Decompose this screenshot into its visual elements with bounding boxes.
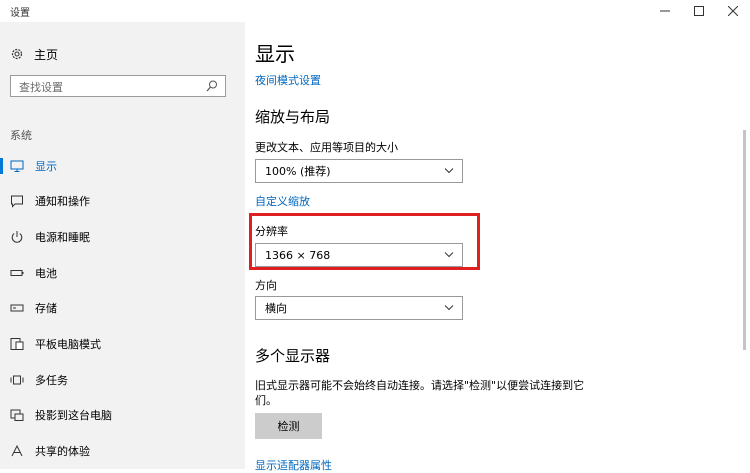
sidebar-item-notifications[interactable]: 通知和操作: [0, 188, 245, 214]
minimize-button[interactable]: [648, 0, 682, 22]
maximize-button[interactable]: [682, 0, 716, 22]
notification-icon: [11, 195, 23, 208]
sidebar-item-tablet-mode[interactable]: 平板电脑模式: [0, 331, 245, 357]
scrollbar[interactable]: [743, 130, 746, 350]
active-indicator: [0, 158, 3, 174]
orientation-dropdown[interactable]: 横向: [255, 296, 463, 320]
section-label-system: 系统: [10, 129, 32, 142]
battery-icon: [10, 270, 24, 276]
multi-display-title: 多个显示器: [255, 347, 331, 365]
sidebar-item-label: 电源和睡眠: [35, 231, 90, 244]
sidebar: 主页 系统 显示 通知和操作 电源和睡眠 电池: [0, 22, 245, 469]
sidebar-item-label: 电池: [35, 267, 57, 280]
sidebar-item-multitasking[interactable]: 多任务: [0, 367, 245, 393]
gear-icon: [11, 48, 23, 60]
multitasking-icon: [10, 375, 24, 385]
sidebar-home-label: 主页: [34, 47, 59, 62]
orientation-label: 方向: [255, 279, 277, 292]
minimize-icon: [660, 10, 670, 12]
close-icon: [728, 6, 738, 16]
search-icon: [206, 80, 217, 92]
scale-section-title: 缩放与布局: [255, 108, 331, 126]
sidebar-item-home[interactable]: 主页: [10, 44, 58, 64]
sidebar-item-label: 显示: [35, 160, 57, 173]
sidebar-item-battery[interactable]: 电池: [0, 260, 245, 286]
scale-dropdown[interactable]: 100% (推荐): [255, 159, 463, 183]
sidebar-item-label: 投影到这台电脑: [35, 409, 112, 422]
display-adapter-link[interactable]: 显示适配器属性: [255, 457, 332, 473]
shared-experience-icon: [11, 444, 23, 457]
storage-icon: [10, 304, 24, 312]
resolution-highlight-box: [249, 213, 480, 270]
close-button[interactable]: [716, 0, 750, 22]
sidebar-item-power[interactable]: 电源和睡眠: [0, 224, 245, 250]
sidebar-item-label: 平板电脑模式: [35, 338, 101, 351]
night-mode-link[interactable]: 夜间模式设置: [255, 72, 321, 88]
search-input[interactable]: [19, 77, 199, 98]
maximize-icon: [694, 6, 704, 16]
sidebar-item-label: 存储: [35, 302, 57, 315]
chevron-down-icon: [444, 168, 454, 174]
multi-display-description: 旧式显示器可能不会始终自动连接。请选择"检测"以便尝试连接到它们。: [255, 379, 585, 407]
monitor-icon: [10, 160, 24, 172]
search-input-box[interactable]: [10, 75, 226, 98]
sidebar-item-project[interactable]: 投影到这台电脑: [0, 402, 245, 428]
title-bar: 设置: [0, 0, 750, 22]
sidebar-item-storage[interactable]: 存储: [0, 295, 245, 321]
project-icon: [10, 409, 24, 421]
sidebar-item-label: 共享的体验: [35, 445, 90, 458]
app-title: 设置: [10, 8, 30, 19]
power-icon: [11, 231, 23, 243]
page-title: 显示: [255, 42, 295, 66]
tablet-mode-icon: [10, 338, 24, 350]
chevron-down-icon: [444, 305, 454, 311]
custom-scale-link[interactable]: 自定义缩放: [255, 193, 310, 209]
scale-label: 更改文本、应用等项目的大小: [255, 141, 398, 154]
scale-value: 100% (推荐): [265, 165, 331, 178]
sidebar-item-display[interactable]: 显示: [0, 153, 245, 179]
sidebar-item-label: 多任务: [35, 374, 68, 387]
orientation-value: 横向: [265, 302, 287, 315]
detect-button[interactable]: 检测: [255, 413, 322, 439]
sidebar-item-shared-experiences[interactable]: 共享的体验: [0, 438, 245, 464]
sidebar-item-label: 通知和操作: [35, 195, 90, 208]
